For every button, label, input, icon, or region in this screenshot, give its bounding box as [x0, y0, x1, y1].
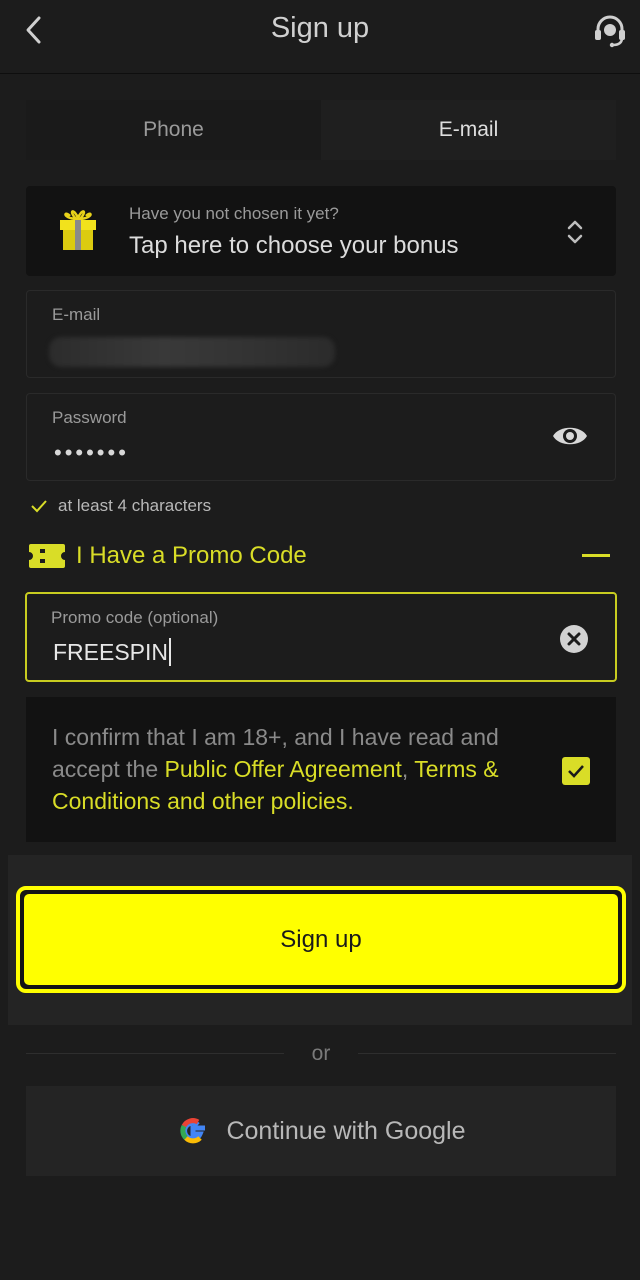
divider-line-right	[358, 1053, 616, 1054]
password-field[interactable]: Password •••••••	[26, 393, 616, 481]
divider-text: or	[311, 1042, 331, 1065]
password-rule: at least 4 characters	[30, 496, 211, 516]
google-icon	[180, 1118, 206, 1144]
bonus-prompt: Tap here to choose your bonus	[129, 232, 459, 259]
consent-separator: ,	[401, 756, 409, 782]
email-label: E-mail	[52, 305, 101, 324]
checkbox-check-icon	[568, 765, 584, 778]
google-button-label: Continue with Google	[226, 1116, 466, 1145]
check-icon	[31, 500, 47, 513]
tab-phone[interactable]: Phone	[26, 100, 321, 160]
signup-method-tabs: Phone E-mail	[26, 100, 616, 160]
headset-icon	[595, 15, 625, 48]
consent-text: I confirm that I am 18+, and I have read…	[52, 721, 532, 817]
eye-icon[interactable]	[551, 422, 589, 450]
consent-checkbox[interactable]	[562, 757, 590, 785]
google-signin-button[interactable]: Continue with Google	[26, 1086, 616, 1176]
email-field[interactable]: E-mail	[26, 290, 616, 378]
minus-icon	[582, 554, 610, 557]
header-bar: Sign up	[0, 0, 640, 74]
promo-code-input[interactable]: FREESPIN	[53, 638, 172, 666]
or-divider: or	[26, 1040, 616, 1068]
email-value-redacted	[49, 337, 335, 367]
chevron-updown-icon	[567, 220, 583, 244]
page-title: Sign up	[270, 12, 370, 44]
promo-code-label: Promo code (optional)	[51, 608, 219, 627]
tab-email[interactable]: E-mail	[321, 100, 616, 160]
support-button[interactable]	[588, 8, 632, 52]
bonus-hint: Have you not chosen it yet?	[129, 204, 339, 223]
promo-code-toggle[interactable]: I Have a Promo Code	[28, 538, 612, 576]
gift-icon	[60, 210, 96, 250]
password-value: •••••••	[54, 440, 129, 465]
password-label: Password	[52, 408, 127, 427]
public-offer-link[interactable]: Public Offer Agreement	[165, 756, 402, 782]
ticket-icon	[29, 544, 65, 568]
clear-icon[interactable]	[559, 624, 589, 654]
signup-button[interactable]: Sign up	[16, 886, 626, 993]
password-rule-text: at least 4 characters	[58, 496, 212, 515]
promo-code-title: I Have a Promo Code	[76, 542, 307, 569]
consent-panel: I confirm that I am 18+, and I have read…	[26, 697, 616, 842]
consent-suffix: .	[347, 788, 354, 814]
bonus-selector[interactable]: Have you not chosen it yet? Tap here to …	[26, 186, 616, 276]
promo-code-field[interactable]: Promo code (optional) FREESPIN	[25, 592, 617, 682]
signup-button-label: Sign up	[24, 894, 618, 985]
